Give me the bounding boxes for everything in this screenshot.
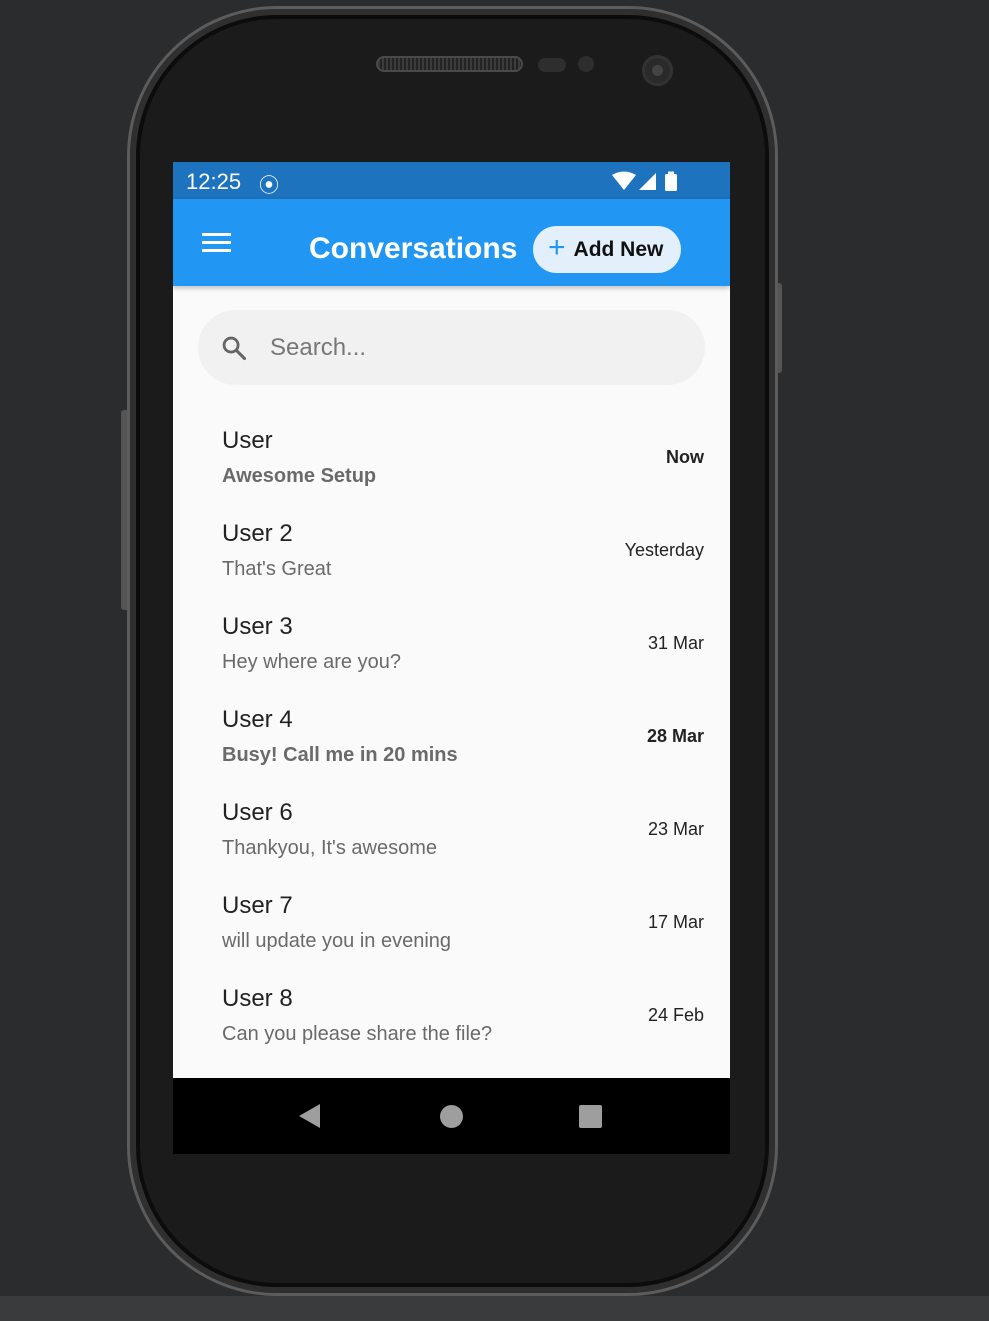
conversation-name: User [222, 427, 273, 454]
conversation-name: User 3 [222, 613, 293, 640]
conversation-row[interactable]: User 6 Thankyou, It's awesome 23 Mar [173, 789, 730, 882]
conversation-message: That's Great [222, 558, 332, 580]
desktop-bottom-strip [0, 1296, 989, 1321]
add-new-label: Add New [573, 237, 664, 261]
conversation-date: 17 Mar [647, 912, 704, 932]
navigation-bar [173, 1078, 730, 1154]
wifi-icon [612, 171, 636, 190]
conversation-date: 24 Feb [647, 1005, 704, 1025]
home-icon[interactable] [440, 1105, 463, 1128]
earpiece-speaker [376, 56, 523, 72]
battery-icon [665, 174, 677, 191]
conversation-message: Hey where are you? [222, 651, 401, 673]
search-icon [222, 336, 247, 360]
conversation-row[interactable]: User 7 will update you in evening 17 Mar [173, 882, 730, 975]
conversation-date: 28 Mar [646, 726, 704, 746]
proximity-sensor [538, 58, 566, 72]
page-title: Conversations [309, 232, 518, 265]
conversation-date: Now [666, 447, 704, 467]
signal-icon [639, 173, 656, 190]
conversation-row[interactable]: User 2 That's Great Yesterday [173, 510, 730, 603]
back-icon[interactable] [299, 1104, 320, 1128]
add-new-button[interactable]: + Add New [533, 226, 681, 273]
conversation-message: will update you in evening [222, 930, 452, 952]
status-icons [612, 171, 677, 191]
app-bar: Conversations + Add New [173, 199, 730, 286]
conversation-message: Thankyou, It's awesome [222, 837, 438, 859]
phone-screen: 12:25 ⦿ Conversations + Add New User Awes… [173, 162, 730, 1154]
conversation-date: 23 Mar [647, 819, 704, 839]
conversation-message: Can you please share the file? [222, 1023, 493, 1045]
search-input[interactable] [270, 333, 650, 362]
status-time: 12:25 [186, 169, 242, 194]
conversation-row[interactable]: User 8 Can you please share the file? 24 F… [173, 975, 730, 1068]
conversation-name: User 4 [222, 706, 293, 733]
conversation-row[interactable]: User 4 Busy! Call me in 20 mins 28 Mar [173, 696, 730, 789]
plus-icon: + [548, 231, 566, 264]
search-bar [198, 310, 705, 385]
conversation-name: User 8 [222, 985, 293, 1012]
conversation-list: User Awesome Setup Now User 2 That's Great Ye… [173, 417, 730, 1068]
status-bar: 12:25 ⦿ [173, 162, 730, 199]
conversation-name: User 7 [222, 892, 293, 919]
conversation-name: User 2 [222, 520, 293, 547]
menu-icon[interactable] [202, 233, 231, 253]
recents-icon[interactable] [579, 1105, 602, 1128]
front-camera [642, 55, 673, 86]
sim-settings-icon: ⦿ [259, 175, 279, 197]
conversation-message: Busy! Call me in 20 mins [222, 744, 458, 766]
conversation-name: User 6 [222, 799, 293, 826]
conversation-message: Awesome Setup [222, 465, 377, 487]
light-sensor [578, 56, 594, 72]
conversation-date: Yesterday [624, 540, 704, 560]
conversation-row[interactable]: User 3 Hey where are you? 31 Mar [173, 603, 730, 696]
conversation-date: 31 Mar [647, 633, 704, 653]
conversation-row[interactable]: User Awesome Setup Now [173, 417, 730, 510]
